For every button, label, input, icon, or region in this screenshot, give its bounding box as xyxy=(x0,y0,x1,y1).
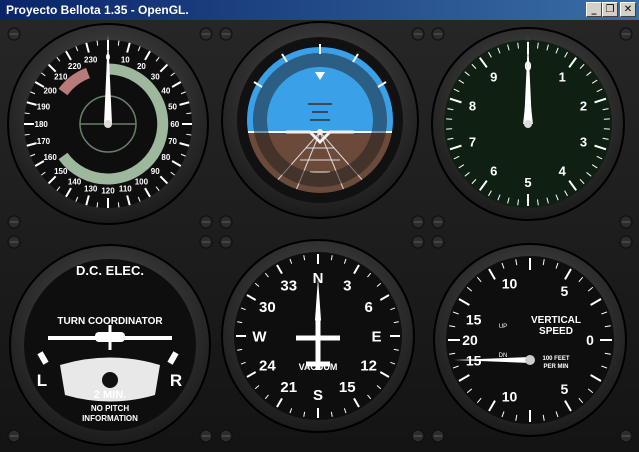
tc-minutes: 2 MIN. xyxy=(94,389,126,401)
attitude-indicator xyxy=(221,21,419,219)
airspeed-label: 140 xyxy=(68,178,82,187)
airspeed-label: 160 xyxy=(43,153,57,162)
altimeter-label: 1 xyxy=(559,69,566,84)
vsi-sub-2: PER MIN xyxy=(543,364,568,370)
vsi-title-1: VERTICAL xyxy=(531,315,581,326)
altimeter-label: 5 xyxy=(524,175,531,190)
vsi-label: 0 xyxy=(586,332,594,348)
airspeed-label: 180 xyxy=(35,120,49,129)
close-button[interactable]: ✕ xyxy=(620,2,636,17)
heading-label: 21 xyxy=(280,379,297,396)
altimeter-label: 9 xyxy=(490,69,497,84)
turn-coordinator: D.C. ELEC. TURN COORDINATOR L R 2 MIN. N… xyxy=(9,244,211,446)
heading-label: 33 xyxy=(280,278,297,295)
vsi-title-2: SPEED xyxy=(539,326,573,337)
airspeed-tick xyxy=(186,133,192,136)
airspeed-tick xyxy=(96,40,99,46)
airspeed-label: 210 xyxy=(54,73,68,82)
airspeed-label: 50 xyxy=(168,103,177,112)
vsi-up: UP xyxy=(499,324,507,330)
airspeed-label: 170 xyxy=(37,137,51,146)
airspeed-label: 200 xyxy=(43,86,57,95)
vsi-label: 20 xyxy=(462,332,478,348)
heading-indicator: N36E1215S2124W3033 VACUUM xyxy=(221,239,415,433)
altimeter-label: 4 xyxy=(559,164,567,179)
tc-note-1: NO PITCH xyxy=(91,404,129,413)
airspeed-tick xyxy=(117,202,120,208)
instrument-panel-svg: 0102030405060708090100110120130140150160… xyxy=(7,21,633,446)
vertical-speed-indicator: 0510152015105 VERTICAL SPEED 100 FEET PE… xyxy=(433,243,627,437)
airspeed-label: 30 xyxy=(151,73,160,82)
tc-right: R xyxy=(170,371,182,390)
airspeed-tick xyxy=(24,133,30,136)
airspeed-label: 230 xyxy=(84,55,98,64)
altimeter-label: 3 xyxy=(580,135,587,150)
airspeed-label: 100 xyxy=(135,178,149,187)
vsi-sub-1: 100 FEET xyxy=(542,356,569,362)
airspeed-tick xyxy=(117,40,120,46)
altimeter-label: 8 xyxy=(469,99,476,114)
altimeter-label: 6 xyxy=(490,164,497,179)
airspeed-label: 10 xyxy=(121,55,130,64)
minimize-button[interactable]: _ xyxy=(586,2,602,17)
airspeed-indicator: 0102030405060708090100110120130140150160… xyxy=(7,23,209,225)
vsi-label: 10 xyxy=(502,276,518,292)
instrument-panel: 0102030405060708090100110120130140150160… xyxy=(0,20,639,452)
heading-label: 6 xyxy=(364,299,372,316)
vsi-label: 5 xyxy=(561,283,569,299)
airspeed-label: 110 xyxy=(119,184,132,193)
tc-left: L xyxy=(37,371,47,390)
heading-label: E xyxy=(371,328,381,345)
heading-label: W xyxy=(252,328,267,345)
heading-label: 24 xyxy=(259,358,276,375)
airspeed-tick xyxy=(186,112,192,115)
altimeter: 0123456789 xyxy=(431,27,625,221)
altimeter-label: 7 xyxy=(469,135,476,150)
airspeed-tick xyxy=(96,202,99,208)
airspeed-label: 130 xyxy=(84,184,98,193)
altimeter-label: 2 xyxy=(580,99,587,114)
airspeed-label: 190 xyxy=(37,103,51,112)
heading-label: 3 xyxy=(343,278,351,295)
tc-note-2: INFORMATION xyxy=(82,414,138,423)
heading-label: S xyxy=(313,387,323,404)
app-window: Proyecto Bellota 1.35 - OpenGL. _ ❐ ✕ 0 1… xyxy=(0,0,639,452)
vsi-label: 5 xyxy=(561,381,569,397)
airspeed-label: 20 xyxy=(137,62,146,71)
airspeed-label: 90 xyxy=(151,167,160,176)
vsi-label: 15 xyxy=(466,311,482,327)
maximize-button[interactable]: ❐ xyxy=(602,2,618,17)
heading-label: 15 xyxy=(339,379,356,396)
airspeed-label: 60 xyxy=(170,120,179,129)
heading-label: 30 xyxy=(259,299,276,316)
heading-label: 12 xyxy=(360,358,377,375)
title-bar[interactable]: Proyecto Bellota 1.35 - OpenGL. _ ❐ ✕ xyxy=(0,0,639,20)
window-title: Proyecto Bellota 1.35 - OpenGL. xyxy=(6,3,189,17)
airspeed-label: 80 xyxy=(161,153,170,162)
tc-title: D.C. ELEC. xyxy=(76,263,144,278)
airspeed-label: 150 xyxy=(54,167,68,176)
airspeed-label: 40 xyxy=(161,86,170,95)
heading-vacuum: VACUUM xyxy=(299,362,338,372)
airspeed-label: 220 xyxy=(68,62,82,71)
airspeed-label: 70 xyxy=(168,137,177,146)
airspeed-tick xyxy=(24,112,30,115)
vsi-label: 10 xyxy=(502,388,518,404)
airspeed-label: 120 xyxy=(101,187,115,196)
